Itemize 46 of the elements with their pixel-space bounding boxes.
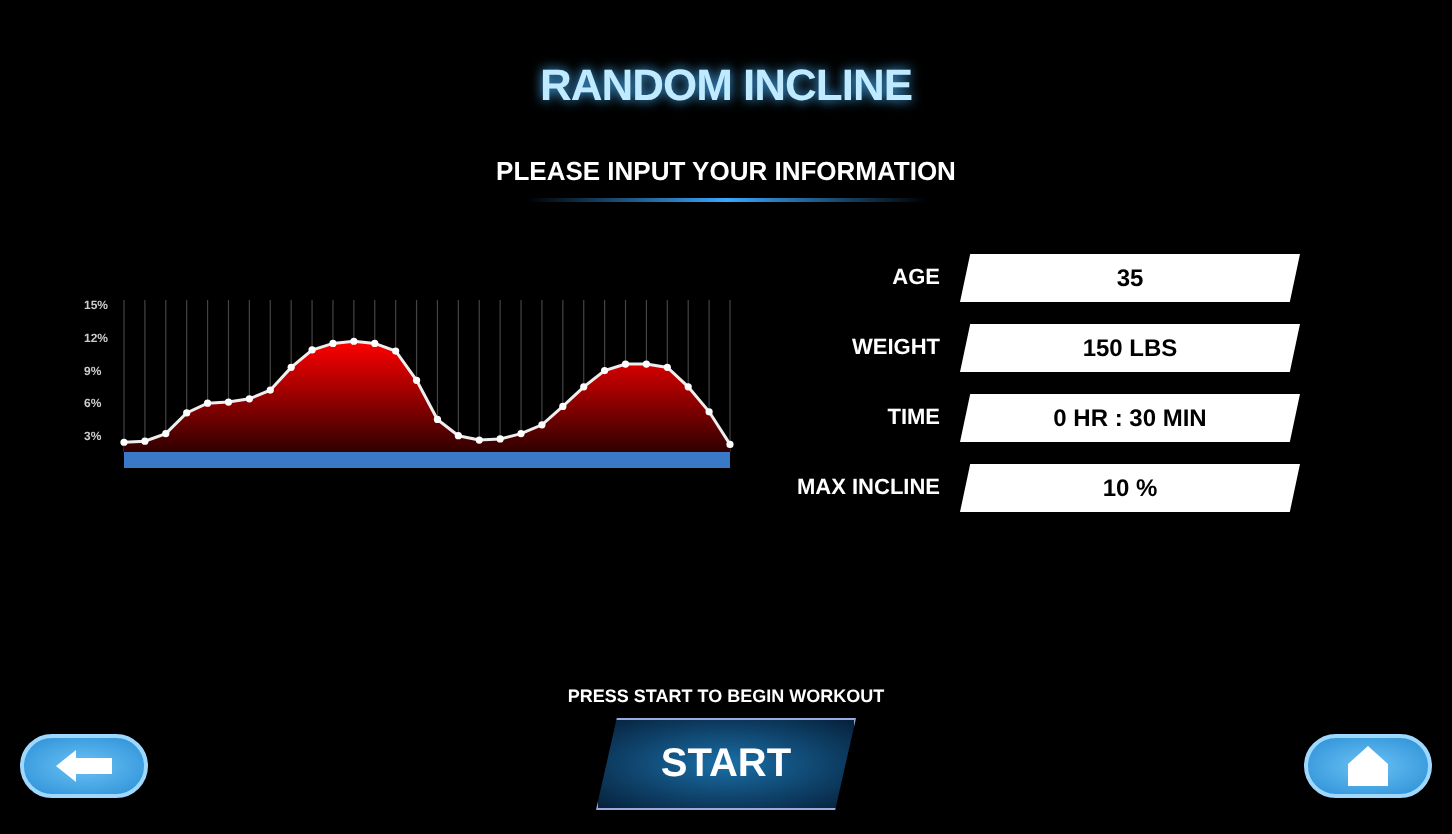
data-point <box>663 362 671 370</box>
data-point <box>183 408 191 416</box>
data-point <box>162 428 170 437</box>
data-point <box>642 359 650 367</box>
data-point <box>496 434 504 442</box>
back-button[interactable] <box>20 734 148 798</box>
input-field[interactable]: 0 HR : 30 MIN <box>960 394 1300 442</box>
field-label: WEIGHT <box>850 336 940 360</box>
data-point <box>726 439 734 447</box>
data-point <box>329 338 337 347</box>
home-button[interactable] <box>1304 734 1432 798</box>
data-point <box>580 382 588 390</box>
field-label: AGE <box>890 266 940 290</box>
data-point <box>559 401 567 409</box>
data-point <box>433 414 442 423</box>
data-point <box>120 437 128 445</box>
data-point <box>517 428 525 437</box>
screen-title: RANDOM INCLINE <box>539 60 913 112</box>
input-field[interactable]: 150 LBS <box>960 324 1300 372</box>
data-point <box>266 385 274 393</box>
data-point <box>308 345 316 353</box>
data-point <box>601 365 609 374</box>
start-button[interactable]: START <box>596 718 856 810</box>
data-point <box>454 431 462 439</box>
data-point <box>538 420 546 428</box>
data-point <box>371 338 379 347</box>
input-field[interactable]: 10 % <box>960 464 1300 512</box>
data-point <box>475 435 483 443</box>
data-point <box>245 394 253 402</box>
data-point <box>392 346 400 354</box>
subtitle: PLEASE INPUT YOUR INFORMATION <box>496 156 956 186</box>
field-label: MAX INCLINE <box>795 476 940 500</box>
field-label: TIME <box>885 406 940 430</box>
data-point <box>684 382 692 390</box>
data-point <box>412 375 421 383</box>
data-point <box>350 336 358 344</box>
hint-text: PRESS START TO BEGIN WORKOUT <box>567 686 885 706</box>
data-point <box>287 362 295 370</box>
data-point <box>141 436 149 444</box>
data-point <box>621 359 630 367</box>
home-icon <box>1346 744 1390 788</box>
data-point <box>705 407 713 415</box>
left-arrow-icon <box>54 748 114 784</box>
data-point <box>204 398 212 406</box>
data-point <box>224 397 233 405</box>
input-field[interactable]: 35 <box>960 254 1300 302</box>
